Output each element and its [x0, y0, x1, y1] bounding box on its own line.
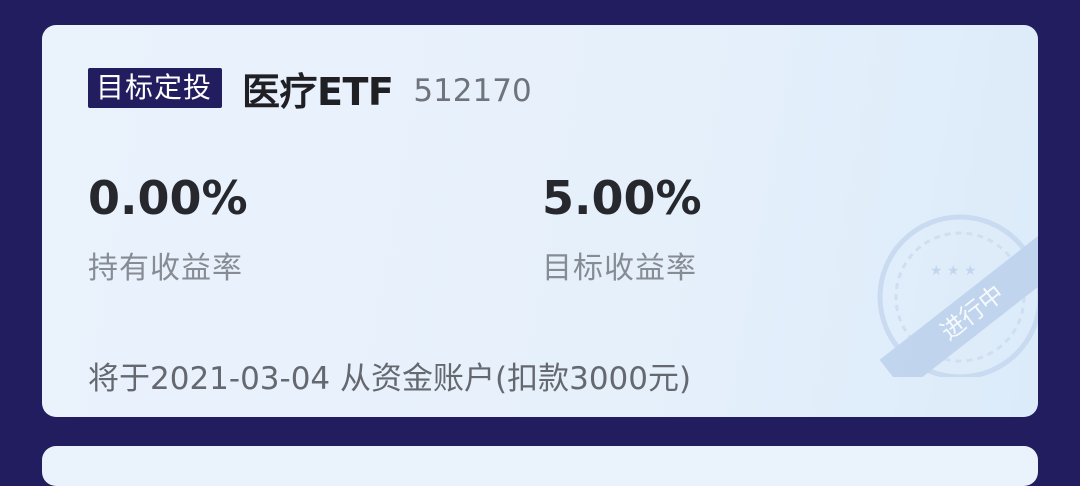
holding-return-metric: 0.00% 持有收益率: [88, 173, 248, 289]
target-return-label: 目标收益率: [542, 251, 697, 286]
holding-return-value: 0.00%: [88, 171, 248, 225]
svg-text:★ ★ ★: ★ ★ ★: [930, 263, 977, 279]
fund-name: 医疗ETF: [242, 69, 394, 114]
fund-code: 512170: [413, 73, 532, 109]
target-return-value: 5.00%: [542, 171, 702, 225]
holding-return-label: 持有收益率: [88, 251, 243, 286]
investment-plan-card[interactable]: 目标定投 医疗ETF 512170 0.00% 持有收益率 5.00% 目标收益…: [42, 25, 1038, 417]
deduction-schedule-text: 将于2021-03-04 从资金账户(扣款3000元): [88, 361, 692, 397]
in-progress-stamp-icon: ★ ★ ★ 进行中: [877, 214, 1038, 377]
card-header: 目标定投 医疗ETF 512170: [88, 63, 532, 114]
plan-type-tag: 目标定投: [88, 68, 223, 108]
target-return-metric: 5.00% 目标收益率: [542, 173, 702, 289]
next-card-edge: [42, 446, 1038, 486]
